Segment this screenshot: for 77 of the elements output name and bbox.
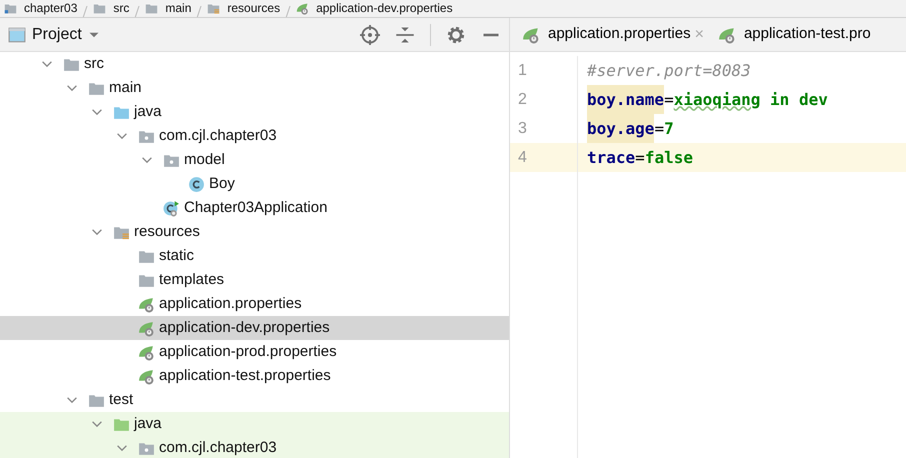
breadcrumb-separator-icon xyxy=(285,6,292,17)
code-token: in dev xyxy=(769,88,828,110)
code-token: false xyxy=(644,146,693,168)
spring-leaf-icon xyxy=(138,320,155,336)
breadcrumb-item[interactable]: main xyxy=(165,0,192,17)
code-token: 7 xyxy=(664,118,674,140)
tree-row[interactable]: templates xyxy=(0,268,509,292)
settings-icon[interactable] xyxy=(446,24,466,44)
tree-row[interactable]: test xyxy=(0,388,509,412)
tree-row[interactable]: application-test.properties xyxy=(0,364,509,388)
spring-leaf-icon xyxy=(138,344,155,360)
tree-item-label: Chapter03Application xyxy=(184,198,328,218)
collapse-all-icon[interactable] xyxy=(395,24,415,44)
tree-item-label: com.cjl.chapter03 xyxy=(159,126,277,146)
tree-row[interactable]: com.cjl.chapter03 xyxy=(0,124,509,148)
spring-leaf-icon xyxy=(718,26,736,44)
resources-folder-icon xyxy=(207,2,220,15)
line-number: 1 xyxy=(517,60,528,80)
code-token: trace xyxy=(587,146,636,168)
breadcrumb-separator-icon xyxy=(196,6,202,17)
tree-item-label: main xyxy=(109,78,142,98)
tree-row[interactable]: Boy xyxy=(0,172,509,196)
tree-item-label: model xyxy=(184,150,225,170)
code-token: = xyxy=(635,146,645,168)
tree-row[interactable]: main xyxy=(0,76,509,100)
spring-leaf-icon xyxy=(138,368,155,384)
code-token: boy.name xyxy=(587,85,664,114)
class-icon xyxy=(188,176,205,192)
breadcrumb-item[interactable]: chapter03 xyxy=(24,0,78,17)
tree-row[interactable]: application.properties xyxy=(0,292,509,316)
code-token: boy.age xyxy=(587,114,654,143)
module-folder-icon xyxy=(4,2,17,15)
tree-row[interactable]: resources xyxy=(0,220,509,244)
tree-row[interactable]: Chapter03Application xyxy=(0,196,509,220)
spring-leaf-icon xyxy=(522,26,540,44)
tree-item-label: application-test.properties xyxy=(159,366,331,386)
tree-row[interactable]: java xyxy=(0,412,509,436)
tree-row[interactable]: model xyxy=(0,148,509,172)
tree-item-label: resources xyxy=(134,222,200,242)
tree-item-label: com.cjl.chapter03 xyxy=(159,438,277,458)
code-token: #server.port=8083 xyxy=(587,60,751,82)
project-window-icon xyxy=(8,26,26,44)
line-number: 4 xyxy=(510,143,577,172)
tree-row[interactable]: application-prod.properties xyxy=(0,340,509,364)
line-number: 2 xyxy=(517,90,528,110)
tree-item-label: static xyxy=(159,246,194,266)
editor-tab[interactable]: application.properties × xyxy=(522,22,704,46)
tree-row[interactable]: static xyxy=(0,244,509,268)
tree-item-label: application-prod.properties xyxy=(159,342,337,362)
tree-row[interactable]: java xyxy=(0,100,509,124)
tree-row[interactable]: application-dev.properties xyxy=(0,316,509,340)
tree-item-label: java xyxy=(134,414,162,434)
breadcrumb-item[interactable]: application-dev.properties xyxy=(316,0,453,17)
tree-item-label: test xyxy=(109,390,134,410)
line-number: 3 xyxy=(517,118,528,138)
tree-item-label: templates xyxy=(159,270,224,290)
folder-icon xyxy=(93,2,106,15)
editor-tab[interactable]: application-test.pro xyxy=(718,23,871,46)
locate-icon[interactable] xyxy=(360,24,380,44)
tree-item-label: application-dev.properties xyxy=(159,318,330,338)
class-icon xyxy=(163,200,180,216)
code-token: = xyxy=(654,118,664,140)
breadcrumb-separator-icon xyxy=(82,6,88,17)
tree-row[interactable]: src xyxy=(0,52,509,76)
code-token: xiaoqiang xyxy=(674,88,760,110)
tree-item-label: java xyxy=(134,102,162,122)
breadcrumb-item[interactable]: src xyxy=(113,0,130,17)
folder-icon xyxy=(145,2,158,15)
tree-item-label: application.properties xyxy=(159,294,302,314)
breadcrumb-item[interactable]: resources xyxy=(227,0,280,17)
breadcrumb-separator-icon xyxy=(134,6,140,17)
panel-title[interactable]: Project xyxy=(32,22,82,46)
spring-leaf-icon xyxy=(138,296,155,312)
code-token: = xyxy=(664,88,674,110)
tree-item-label: src xyxy=(84,54,104,74)
tree-item-label: Boy xyxy=(209,174,235,194)
tree-row[interactable]: com.cjl.chapter03 xyxy=(0,436,509,458)
